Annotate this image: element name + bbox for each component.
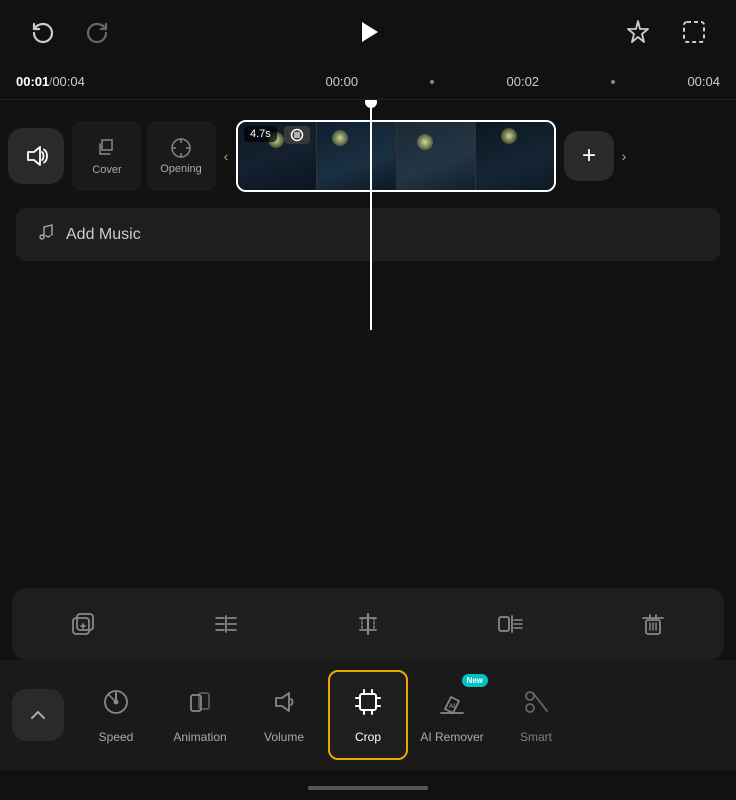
- speed-icon: [101, 687, 131, 724]
- current-time: 00:01: [16, 74, 49, 89]
- nav-arrow-right[interactable]: ›: [614, 121, 634, 191]
- timeline-area: Cover Opening ‹ 4.7s: [0, 100, 736, 330]
- undo-button[interactable]: [24, 14, 60, 50]
- ruler-labels: 00:01 / 00:04 00:00 00:02 00:04: [0, 74, 736, 89]
- clip-duration-badge: 4.7s: [244, 126, 277, 142]
- add-music-bar[interactable]: Add Music: [16, 208, 720, 261]
- bottom-toolbar: Speed Animation Volume: [0, 660, 736, 770]
- ruler-mark-2: 00:04: [687, 74, 720, 89]
- volume-label: Volume: [264, 730, 304, 744]
- add-music-label: Add Music: [66, 226, 141, 244]
- top-bar-left: [24, 14, 116, 50]
- playhead: [370, 100, 372, 330]
- animation-label: Animation: [173, 730, 226, 744]
- opening-label: Opening: [160, 163, 202, 175]
- ruler-dot-2: [611, 80, 615, 84]
- delete-tool[interactable]: [631, 602, 675, 646]
- play-button[interactable]: [346, 10, 390, 54]
- split-end-tool[interactable]: [488, 602, 532, 646]
- crop-icon: [353, 687, 383, 724]
- duplicate-tool[interactable]: [61, 602, 105, 646]
- cover-block[interactable]: Cover: [72, 121, 142, 191]
- edit-tools-bar: [12, 588, 724, 660]
- crop-label: Crop: [355, 730, 381, 744]
- bottom-tools-list: Speed Animation Volume: [76, 670, 736, 760]
- split-center-tool[interactable]: [346, 602, 390, 646]
- smart-cut-tool[interactable]: Smart: [496, 670, 576, 760]
- crop-tool[interactable]: Crop: [328, 670, 408, 760]
- video-clip-strip[interactable]: 4.7s: [236, 120, 556, 192]
- cover-label: Cover: [92, 164, 121, 176]
- clip-frame-2: [317, 122, 396, 190]
- clip-settings-badge[interactable]: [284, 126, 310, 144]
- volume-block[interactable]: [8, 128, 64, 184]
- ai-remover-label: AI Remover: [420, 730, 483, 744]
- animation-icon: [185, 687, 215, 724]
- smart-cut-label: Smart: [520, 730, 552, 744]
- clip-frame-4: [476, 122, 554, 190]
- volume-tool-icon: [269, 687, 299, 724]
- new-badge: New: [462, 674, 488, 687]
- split-start-tool[interactable]: [204, 602, 248, 646]
- top-bar: [0, 0, 736, 64]
- smart-cut-icon: [521, 687, 551, 724]
- ai-remover-icon: AI: [437, 687, 467, 724]
- timeline-ruler: 00:01 / 00:04 00:00 00:02 00:04: [0, 64, 736, 100]
- music-icon: [36, 222, 56, 247]
- ai-magic-button[interactable]: [620, 14, 656, 50]
- opening-block[interactable]: Opening: [146, 121, 216, 191]
- ruler-mark-0: 00:00: [326, 74, 359, 89]
- track-row: Cover Opening ‹ 4.7s: [0, 100, 736, 200]
- ruler-dot-1: [430, 80, 434, 84]
- speed-label: Speed: [99, 730, 134, 744]
- animation-tool[interactable]: Animation: [160, 670, 240, 760]
- add-clip-button[interactable]: +: [564, 131, 614, 181]
- speed-tool[interactable]: Speed: [76, 670, 156, 760]
- top-bar-right: [620, 14, 712, 50]
- ruler-mark-1: 00:02: [507, 74, 540, 89]
- ai-remover-tool[interactable]: New AI AI Remover: [412, 670, 492, 760]
- collapse-button[interactable]: [12, 689, 64, 741]
- redo-button[interactable]: [80, 14, 116, 50]
- bottom-scrollbar: [308, 786, 428, 790]
- nav-arrow-left[interactable]: ‹: [216, 121, 236, 191]
- volume-tool[interactable]: Volume: [244, 670, 324, 760]
- svg-text:AI: AI: [449, 704, 455, 710]
- frame-button[interactable]: [676, 14, 712, 50]
- total-time: 00:04: [52, 74, 85, 89]
- clip-frame-3: [397, 122, 476, 190]
